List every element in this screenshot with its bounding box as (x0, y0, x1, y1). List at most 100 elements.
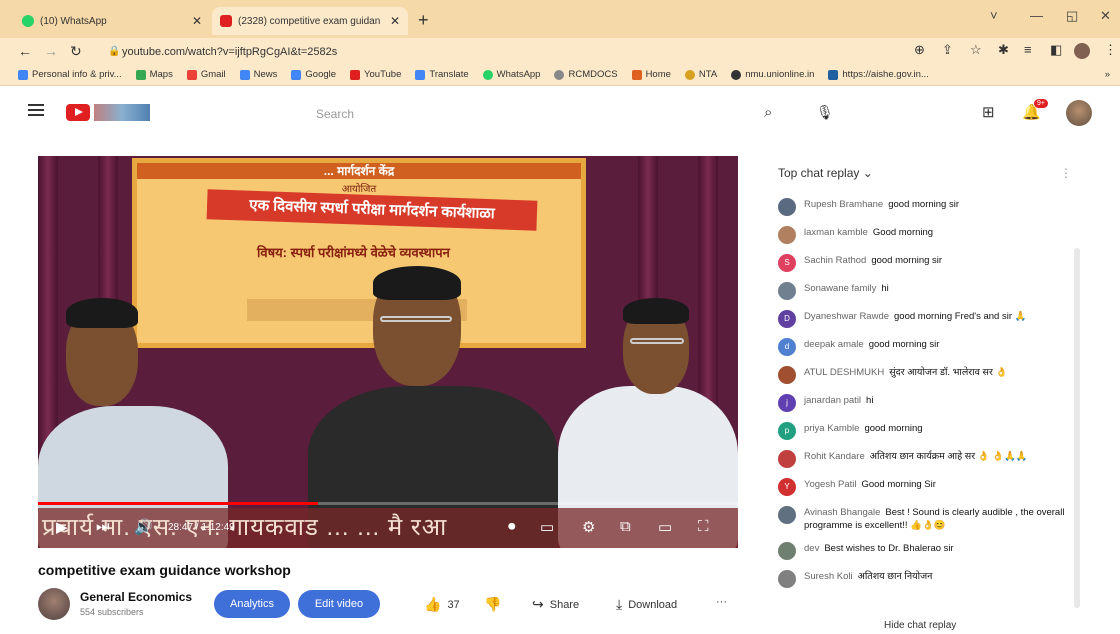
bookmark-item[interactable]: YouTube (350, 69, 401, 80)
minimize-button[interactable]: — (1030, 8, 1043, 23)
more-actions-button[interactable]: ··· (716, 596, 727, 608)
dislike-button[interactable]: 👎 (484, 596, 507, 613)
bookmark-item[interactable]: RCMDOCS (554, 69, 618, 80)
side-panel-icon[interactable]: ◧ (1050, 42, 1062, 58)
miniplayer-icon[interactable]: ⧉ (620, 518, 631, 535)
reload-icon[interactable]: ↻ (70, 43, 82, 60)
google-lens-icon[interactable]: ⊕ (914, 42, 925, 58)
analytics-button[interactable]: Analytics (214, 590, 290, 618)
back-icon[interactable]: ← (18, 43, 32, 59)
chat-author-avatar[interactable] (778, 506, 796, 524)
search-icon[interactable]: ⌕ (764, 104, 772, 121)
close-icon[interactable]: ✕ (390, 14, 400, 28)
more-bookmarks-icon[interactable]: » (1105, 69, 1110, 80)
bookmark-item[interactable]: Maps (135, 69, 173, 80)
bookmark-label: Maps (149, 69, 173, 80)
bookmark-item[interactable]: News (239, 69, 277, 80)
chat-author-avatar[interactable] (778, 542, 796, 560)
chat-author-name[interactable]: ATUL DESHMUKH (804, 367, 884, 378)
chat-author-name[interactable]: priya Kamble (804, 423, 859, 434)
chat-author-name[interactable]: janardan patil (804, 395, 861, 406)
tab-whatsapp[interactable]: (10) WhatsApp ✕ (14, 7, 210, 35)
close-icon[interactable]: ✕ (192, 14, 202, 28)
chat-author-name[interactable]: Suresh Koli (804, 571, 853, 582)
autoplay-toggle-icon[interactable]: ⏺ (508, 518, 516, 535)
bookmark-item[interactable]: WhatsApp (482, 69, 540, 80)
create-video-icon[interactable]: ⊞ (982, 103, 995, 121)
browser-menu-icon[interactable]: ⋮ (1104, 42, 1117, 58)
edit-video-button[interactable]: Edit video (298, 590, 380, 618)
chat-author-avatar[interactable] (778, 198, 796, 216)
video-player[interactable]: ... मार्गदर्शन केंद्र आयोजित एक दिवसीय स… (38, 156, 738, 548)
chat-author-name[interactable]: Rupesh Bramhane (804, 199, 883, 210)
new-tab-button[interactable]: + (418, 10, 429, 31)
volume-icon[interactable]: 🔊 (134, 518, 153, 536)
maximize-button[interactable]: ◱ (1066, 8, 1078, 24)
settings-icon[interactable]: ⚙ (582, 518, 595, 536)
tab-youtube[interactable]: (2328) competitive exam guidan ✕ (212, 7, 408, 35)
microphone-icon[interactable]: 🎙 (816, 104, 834, 121)
chat-author-name[interactable]: laxman kamble (804, 227, 868, 238)
channel-name[interactable]: General Economics (80, 590, 192, 604)
bookmark-item[interactable]: Translate (415, 69, 469, 80)
tab-search-icon[interactable]: ˅ (990, 8, 998, 23)
chat-author-avatar[interactable]: d (778, 338, 796, 356)
close-window-button[interactable]: ✕ (1100, 8, 1111, 24)
chat-author-avatar[interactable] (778, 450, 796, 468)
chat-author-avatar[interactable] (778, 366, 796, 384)
hide-chat-button[interactable]: Hide chat replay (884, 620, 956, 631)
chat-header[interactable]: Top chat replay ⌄ (778, 166, 873, 180)
share-button[interactable]: ↪ Share (532, 596, 579, 613)
next-icon[interactable]: ⏭ (96, 518, 110, 535)
chat-author-name[interactable]: Sonawane family (804, 283, 876, 294)
search-input[interactable]: Search (316, 107, 354, 121)
chat-author-name[interactable]: Dyaneshwar Rawde (804, 311, 889, 322)
share-page-icon[interactable]: ⇪ (942, 42, 953, 58)
chat-author-name[interactable]: Sachin Rathod (804, 255, 866, 266)
subtitles-icon[interactable]: ▭ (540, 518, 554, 536)
bookmark-item[interactable]: https://aishe.gov.in... (828, 69, 929, 80)
chat-scrollbar[interactable] (1074, 248, 1080, 608)
chat-menu-icon[interactable]: ⋮ (1060, 166, 1072, 180)
chat-author-avatar[interactable] (778, 226, 796, 244)
chat-author-avatar[interactable] (778, 570, 796, 588)
chat-author-avatar[interactable]: D (778, 310, 796, 328)
chat-message-text: Good morning (872, 227, 934, 238)
profile-avatar[interactable] (1074, 43, 1090, 59)
chat-author-avatar[interactable]: p (778, 422, 796, 440)
chat-author-avatar[interactable]: j (778, 394, 796, 412)
menu-icon[interactable] (28, 104, 44, 119)
bookmark-item[interactable]: NTA (684, 69, 717, 80)
bookmark-item[interactable]: Google (291, 69, 336, 80)
fullscreen-icon[interactable]: ⛶ (698, 518, 709, 535)
bookmark-item[interactable]: Personal info & priv... (18, 69, 122, 80)
reading-list-icon[interactable]: ≡ (1024, 42, 1032, 57)
address-bar-row: ← → ↻ 🔒 youtube.com/watch?v=ijftpRgCgAI&… (0, 38, 1120, 64)
chat-author-avatar[interactable]: Y (778, 478, 796, 496)
bookmark-item[interactable]: nmu.unionline.in (731, 69, 814, 80)
bookmark-item[interactable]: Home (631, 69, 671, 80)
chat-author-avatar[interactable] (778, 282, 796, 300)
theater-mode-icon[interactable]: ▭ (658, 518, 672, 536)
chat-author-avatar[interactable]: S (778, 254, 796, 272)
youtube-logo-icon[interactable] (66, 104, 90, 121)
chat-author-name[interactable]: Rohit Kandare (804, 451, 865, 462)
extensions-icon[interactable]: ✱ (998, 42, 1009, 58)
gmail-icon (186, 69, 197, 80)
chat-author-name[interactable]: deepak amale (804, 339, 864, 350)
chat-message-text: good morning sir (868, 339, 940, 350)
user-avatar[interactable] (1066, 100, 1092, 126)
forward-icon[interactable]: → (44, 43, 58, 59)
chat-author-name[interactable]: dev (804, 543, 819, 554)
chat-message-body: Yogesh Patil Good morning Sir (804, 478, 1068, 491)
channel-avatar[interactable] (38, 588, 70, 620)
play-icon[interactable]: ▶ (56, 518, 68, 536)
chat-author-name[interactable]: Avinash Bhangale (804, 507, 880, 518)
bookmark-star-icon[interactable]: ☆ (970, 42, 982, 58)
chat-author-name[interactable]: Yogesh Patil (804, 479, 856, 490)
bookmark-item[interactable]: Gmail (186, 69, 226, 80)
download-button[interactable]: ⤓ Download (616, 596, 677, 613)
progress-bar[interactable] (38, 502, 738, 505)
url-field[interactable]: 🔒 youtube.com/watch?v=ijftpRgCgAI&t=2582… (104, 43, 894, 61)
like-button[interactable]: 👍 37 (424, 596, 460, 613)
